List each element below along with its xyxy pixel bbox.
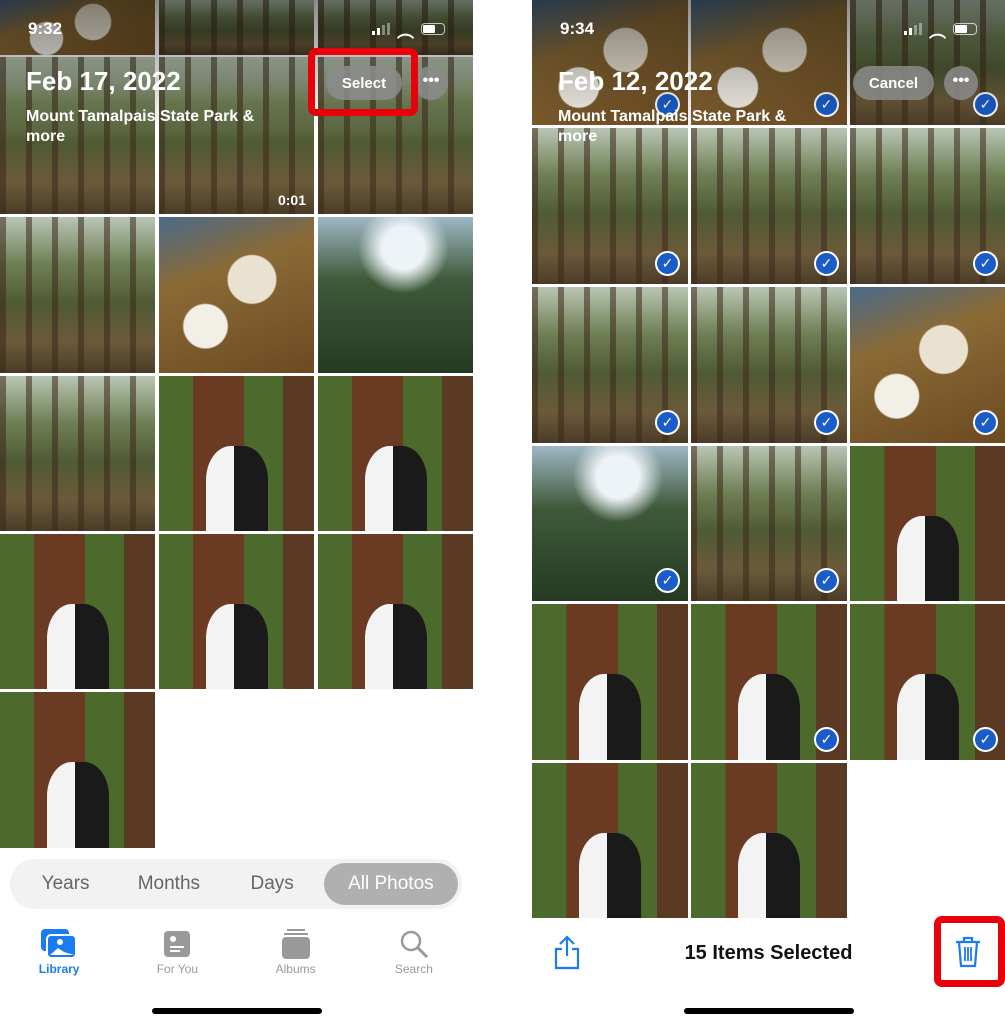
tab-label: For You <box>156 962 199 976</box>
photo-thumbnail[interactable]: ✓ <box>691 128 847 284</box>
status-bar: 9:34 ︵ <box>560 18 977 41</box>
photo-thumbnail[interactable]: ✓ <box>532 287 688 443</box>
photo-thumbnail[interactable]: ✓ <box>850 604 1005 760</box>
checkmark-icon: ✓ <box>655 410 680 435</box>
section-location: Mount Tamalpais State Park & more <box>558 108 787 145</box>
photo-thumbnail[interactable]: ✓ <box>532 446 688 601</box>
photo-thumbnail[interactable] <box>318 217 473 373</box>
checkmark-icon: ✓ <box>814 727 839 752</box>
photos-select-screen: ✓✓✓✓✓✓✓✓✓✓✓✓✓ 9:34 ︵ Feb 12, 2022 Mount … <box>532 0 1005 1024</box>
photo-thumbnail[interactable]: ✓ <box>850 287 1005 443</box>
segment-years[interactable]: Years <box>14 863 117 905</box>
battery-icon <box>421 23 445 35</box>
photo-thumbnail[interactable] <box>318 376 473 531</box>
more-button[interactable]: ••• <box>414 66 448 100</box>
photo-thumbnail[interactable] <box>691 763 847 918</box>
status-bar: 9:32 ︵ <box>28 18 445 41</box>
for-you-icon <box>118 926 236 962</box>
highlight-box <box>934 916 1005 987</box>
photo-thumbnail[interactable] <box>159 376 314 531</box>
tab-search[interactable]: Search <box>355 926 473 976</box>
home-indicator <box>152 1008 322 1014</box>
section-location: Mount Tamalpais State Park & more <box>26 108 255 145</box>
tab-label: Search <box>394 962 433 976</box>
video-duration: 0:01 <box>277 192 306 208</box>
tab-library[interactable]: Library <box>0 926 118 976</box>
photo-thumbnail[interactable] <box>0 217 155 373</box>
photo-thumbnail[interactable] <box>532 604 688 760</box>
cancel-button[interactable]: Cancel <box>853 66 934 100</box>
checkmark-icon: ✓ <box>973 410 998 435</box>
tab-for-you[interactable]: For You <box>118 926 236 976</box>
checkmark-icon: ✓ <box>814 410 839 435</box>
checkmark-icon: ✓ <box>973 727 998 752</box>
photo-thumbnail[interactable] <box>0 376 155 531</box>
tab-albums[interactable]: Albums <box>237 926 355 976</box>
segment-months[interactable]: Months <box>117 863 220 905</box>
signal-icon <box>904 23 922 35</box>
tab-bar: Library For You Albums Search <box>0 926 473 976</box>
photo-thumbnail[interactable]: ✓ <box>691 446 847 601</box>
battery-icon <box>953 23 977 35</box>
tab-label: Albums <box>275 962 316 976</box>
photo-thumbnail[interactable] <box>0 534 155 689</box>
wifi-icon: ︵ <box>929 21 946 41</box>
view-segmented-control: Years Months Days All Photos <box>10 859 462 909</box>
highlight-box <box>308 48 418 116</box>
checkmark-icon: ✓ <box>814 251 839 276</box>
segment-all-photos[interactable]: All Photos <box>323 863 458 905</box>
tab-label: Library <box>38 962 80 976</box>
photo-thumbnail[interactable] <box>850 446 1005 601</box>
photo-thumbnail[interactable]: ✓ <box>532 128 688 284</box>
search-icon <box>355 926 473 962</box>
status-time: 9:32 <box>28 19 63 38</box>
photo-thumbnail[interactable] <box>0 692 155 848</box>
section-date: Feb 12, 2022 <box>558 66 713 96</box>
signal-icon <box>372 23 390 35</box>
wifi-icon: ︵ <box>397 21 414 41</box>
status-time: 9:34 <box>560 19 595 38</box>
photo-thumbnail[interactable] <box>318 534 473 689</box>
checkmark-icon: ✓ <box>973 251 998 276</box>
more-button[interactable]: ••• <box>944 66 978 100</box>
checkmark-icon: ✓ <box>655 568 680 593</box>
albums-icon <box>237 926 355 962</box>
segment-days[interactable]: Days <box>221 863 324 905</box>
photo-thumbnail[interactable] <box>159 217 314 373</box>
section-date: Feb 17, 2022 <box>26 66 181 96</box>
photos-library-screen: 0:01 9:32 ︵ Feb 17, 2022 Mount Tamalpais… <box>0 0 473 1024</box>
photo-thumbnail[interactable]: ✓ <box>691 287 847 443</box>
checkmark-icon: ✓ <box>655 251 680 276</box>
photo-library-icon <box>0 926 118 962</box>
photo-thumbnail[interactable] <box>159 534 314 689</box>
photo-thumbnail[interactable]: ✓ <box>850 128 1005 284</box>
photo-thumbnail[interactable]: ✓ <box>691 604 847 760</box>
checkmark-icon: ✓ <box>814 568 839 593</box>
photo-thumbnail[interactable] <box>532 763 688 918</box>
home-indicator <box>684 1008 854 1014</box>
